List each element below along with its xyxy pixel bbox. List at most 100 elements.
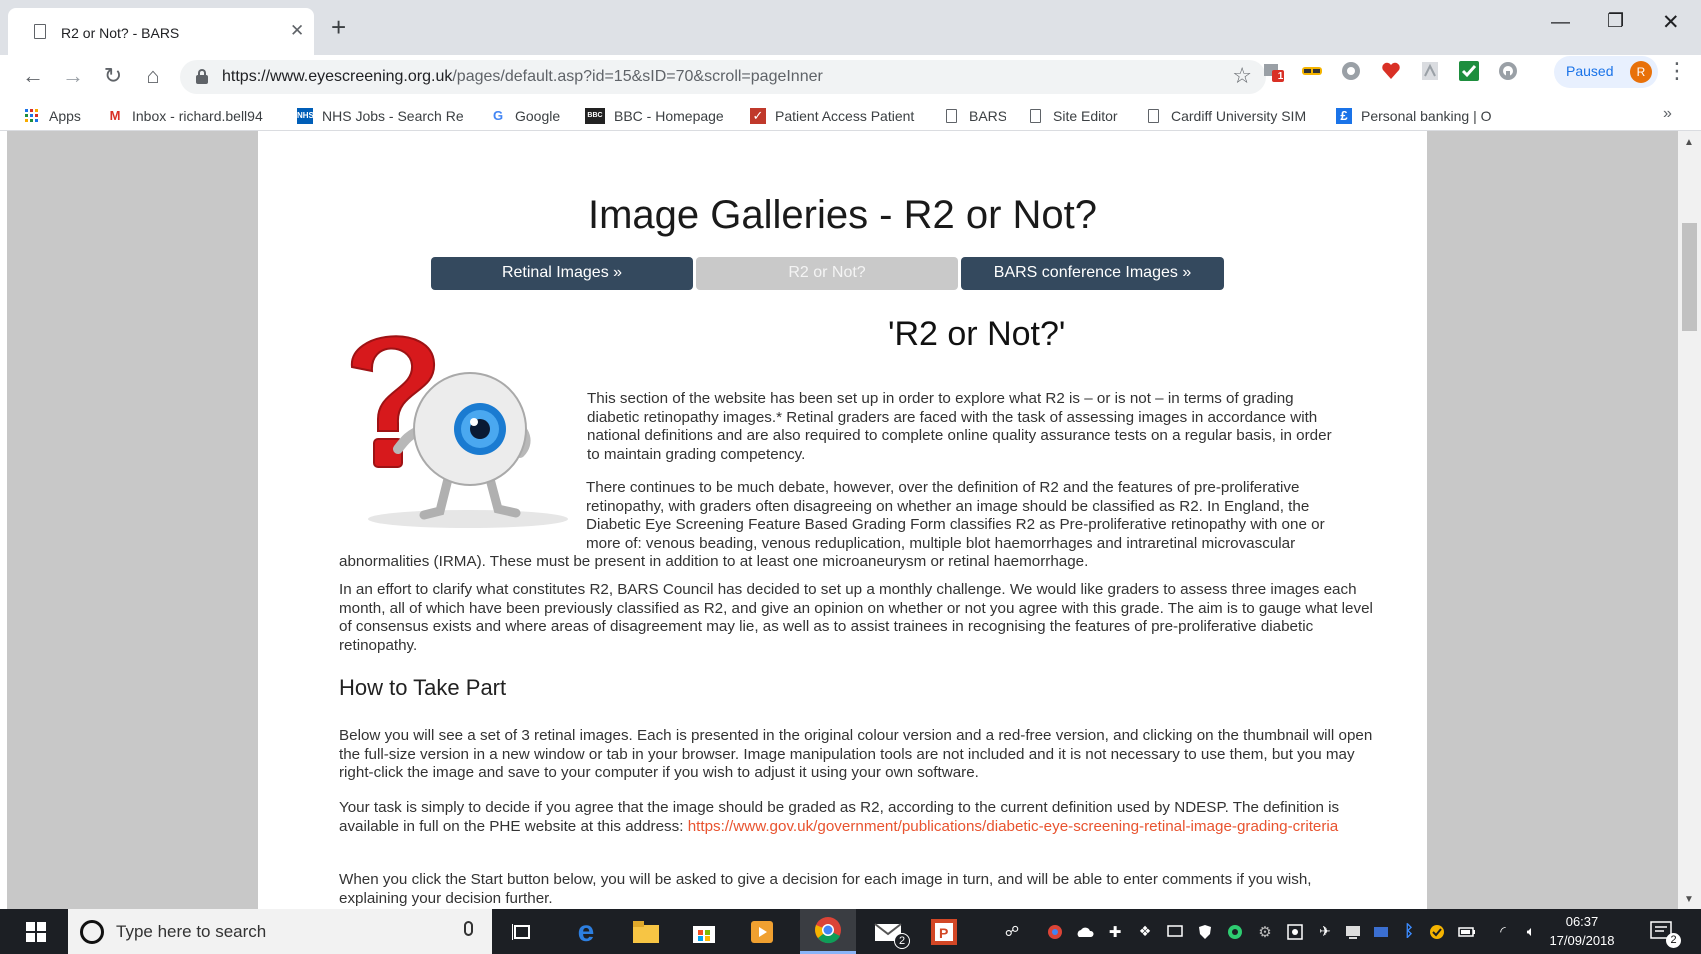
tray-chrome-icon[interactable] [1044,909,1066,954]
green-circle-icon[interactable] [1224,909,1246,954]
file-explorer-icon[interactable] [624,909,668,954]
phe-grading-criteria-link[interactable]: https://www.gov.uk/government/publicatio… [688,818,1339,835]
google-icon: G [492,108,504,123]
bookmark-personal-banking[interactable]: £ Personal banking | O [1336,101,1506,131]
battery-icon[interactable] [1456,909,1478,954]
task-paragraph: Your task is simply to decide if you agr… [339,799,1383,836]
close-tab-icon[interactable]: ✕ [290,21,304,41]
url-text[interactable]: https://www.eyescreening.org.uk/pages/de… [222,68,823,86]
powerpoint-icon[interactable]: P [922,909,966,954]
keyboard-icon[interactable] [1342,909,1364,954]
extension-badge: 1 [1277,71,1284,82]
cortana-icon [80,920,104,944]
new-tab-button[interactable]: + [331,12,346,43]
browser-tab[interactable]: R2 or Not? - BARS ✕ [8,8,314,55]
task-view-icon[interactable] [502,909,542,954]
avatar: R [1630,61,1652,83]
checkmark-extension-icon[interactable] [1458,60,1480,82]
bookmark-nhs-jobs[interactable]: NHS NHS Jobs - Search Re [297,101,469,131]
restore-button[interactable]: ❐ [1607,10,1624,33]
scroll-up-arrow-icon[interactable]: ▲ [1684,137,1694,148]
notification-count: 2 [1666,933,1681,948]
bookmark-star-icon[interactable]: ☆ [1232,63,1252,89]
taskbar: Type here to search e 2 P ☍ ✚ ❖ ⚙ ✈ ᛒ ◜ … [0,909,1701,954]
bookmark-inbox[interactable]: M Inbox - richard.bell94 [107,101,277,131]
banking-icon: £ [1336,108,1352,124]
profile-button[interactable]: Paused R [1554,56,1658,88]
home-button[interactable]: ⌂ [138,61,168,91]
close-window-button[interactable]: ✕ [1662,10,1680,35]
address-bar[interactable]: https://www.eyescreening.org.uk/pages/de… [180,60,1266,94]
vertical-scrollbar[interactable]: ▲ ▼ [1678,131,1701,909]
bluetooth-icon[interactable]: ᛒ [1400,909,1418,954]
svg-text:P: P [939,925,948,941]
system-clock[interactable]: 06:37 17/09/2018 [1548,912,1616,950]
bookmark-apps[interactable]: Apps [24,101,94,131]
search-placeholder: Type here to search [116,922,267,941]
shield-icon[interactable] [1194,909,1216,954]
reload-button[interactable]: ↻ [98,61,128,91]
network-adapter-icon[interactable] [1370,909,1392,954]
lock-icon [196,69,208,84]
display-icon[interactable] [1164,909,1186,954]
bookmark-label: Apps [49,108,81,124]
bookmark-label: Cardiff University SIM [1171,108,1307,124]
volume-icon[interactable]: 🔈︎ [1520,909,1542,954]
chrome-taskbar-icon[interactable] [800,909,856,954]
page-viewport: Image Galleries - R2 or Not? Retinal Ima… [7,131,1678,909]
gear-tray-icon[interactable]: ⚙ [1254,909,1276,954]
intro-paragraph: This section of the website has been set… [587,390,1332,463]
tab-strip: R2 or Not? - BARS ✕ + — ❐ ✕ [0,0,1701,55]
scroll-down-arrow-icon[interactable]: ▼ [1684,894,1694,905]
wifi-icon[interactable]: ◜ [1492,909,1514,954]
camera-icon[interactable] [1284,909,1306,954]
dropbox-icon[interactable]: ❖ [1134,909,1156,954]
action-center-icon[interactable]: 2 [1640,909,1684,954]
bookmark-bbc[interactable]: BBC BBC - Homepage [585,101,735,131]
store-icon[interactable] [682,909,726,954]
grey-circle-extension-icon[interactable] [1340,60,1362,82]
menu-icon[interactable]: ⋮ [1666,58,1688,84]
media-player-icon[interactable] [740,909,784,954]
minimize-button[interactable]: — [1551,12,1570,34]
people-icon[interactable]: ☍ [1000,909,1024,954]
bookmark-google[interactable]: G Google [490,101,570,131]
page-content: Image Galleries - R2 or Not? Retinal Ima… [258,131,1427,909]
effort-paragraph: In an effort to clarify what constitutes… [339,581,1373,654]
bookmark-label: Patient Access Patient [775,108,915,124]
r2-or-not-button[interactable]: R2 or Not? [696,257,958,290]
edge-browser-icon[interactable]: e [564,909,608,954]
scrollbar-thumb[interactable] [1682,223,1697,331]
taskbar-search-box[interactable]: Type here to search [68,909,492,954]
mail-icon[interactable]: 2 [862,909,914,954]
gmail-icon: M [109,108,121,123]
bookmark-cardiff[interactable]: Cardiff University SIM [1148,101,1313,131]
page-icon [1148,109,1159,123]
pdf-extension-icon[interactable] [1419,60,1441,82]
back-button[interactable]: ← [18,61,48,91]
bookmark-label: Personal banking | O [1361,108,1492,124]
bookmark-patient-access[interactable]: ✓ Patient Access Patient [750,101,920,131]
sunglasses-extension-icon[interactable] [1301,60,1323,82]
more-bookmarks-icon[interactable]: » [1663,105,1672,123]
onedrive-icon[interactable] [1074,909,1096,954]
forward-button[interactable]: → [58,61,88,91]
microphone-icon[interactable] [464,921,473,936]
check-tray-icon[interactable] [1426,909,1448,954]
clock-time: 06:37 [1565,914,1599,929]
bookmark-bars[interactable]: BARS [946,101,1006,131]
page-icon [1030,109,1041,123]
bars-conference-images-button[interactable]: BARS conference Images » [961,257,1224,290]
windows-start-icon[interactable] [14,909,58,954]
heart-extension-icon[interactable] [1380,60,1402,82]
retinal-images-button[interactable]: Retinal Images » [431,257,693,290]
bookmark-site-editor[interactable]: Site Editor [1030,101,1130,131]
tab-title: R2 or Not? - BARS [61,25,180,41]
bookmark-label: Inbox - richard.bell94 [132,108,263,124]
window-edge [0,131,7,909]
bookmark-label: Site Editor [1053,108,1118,124]
clock-date: 17/09/2018 [1549,933,1615,948]
pin-icon[interactable]: ✈ [1314,909,1336,954]
security-icon[interactable]: ✚ [1104,909,1126,954]
grey-extension-icon[interactable] [1497,60,1519,82]
